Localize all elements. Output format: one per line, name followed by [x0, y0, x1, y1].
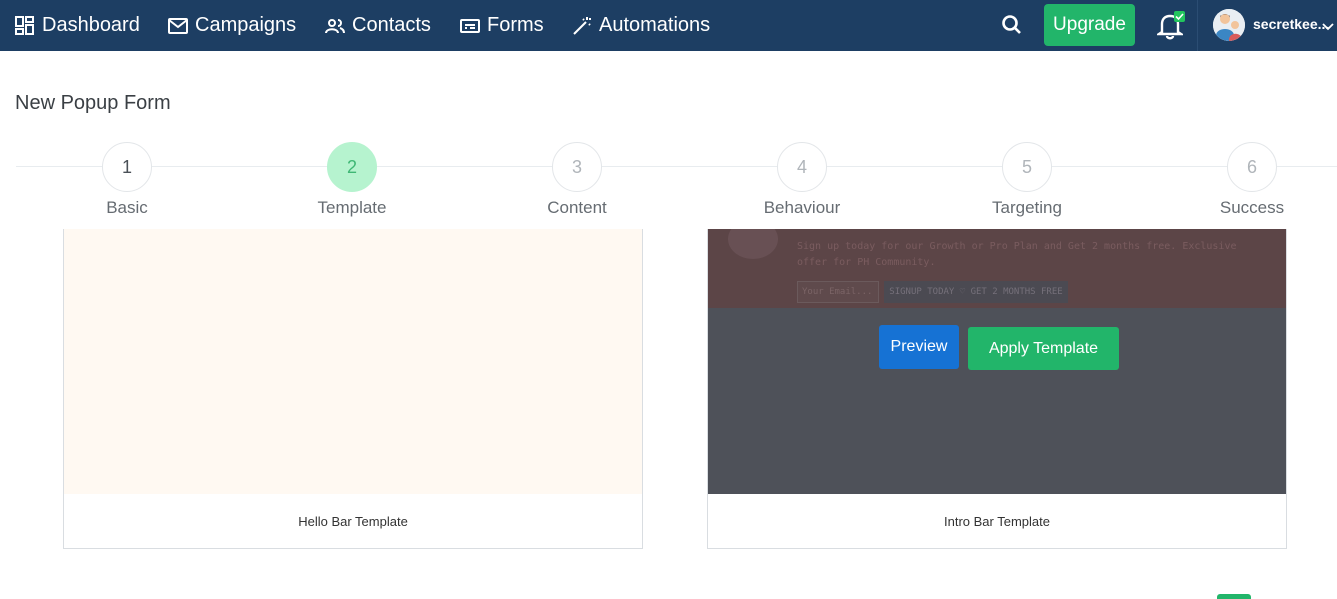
top-navbar: Dashboard Campaigns Contacts Forms Autom…: [0, 0, 1337, 51]
stepper-track: [16, 166, 1337, 167]
step-label: Targeting: [992, 198, 1062, 217]
dashboard-icon: [15, 15, 34, 35]
step-label: Content: [547, 198, 607, 217]
step-number: 5: [1002, 142, 1052, 192]
avatar[interactable]: [1213, 9, 1245, 41]
search-icon: [1002, 15, 1021, 34]
nav-forms[interactable]: Forms: [460, 0, 544, 51]
step-label: Success: [1219, 198, 1285, 217]
step-label: Basic: [106, 198, 148, 217]
step-behaviour[interactable]: 4 Behaviour: [732, 142, 872, 218]
step-targeting[interactable]: 5 Targeting: [957, 142, 1097, 218]
step-number: 6: [1227, 142, 1277, 192]
notifications-button[interactable]: [1143, 0, 1198, 51]
contacts-icon: [325, 18, 345, 33]
nav-campaigns[interactable]: Campaigns: [168, 0, 296, 51]
template-name: Intro Bar Template: [944, 514, 1050, 529]
mail-icon: [168, 17, 188, 34]
nav-dashboard[interactable]: Dashboard: [15, 0, 140, 51]
step-content[interactable]: 3 Content: [507, 142, 647, 218]
user-name[interactable]: secretkee...: [1253, 16, 1329, 32]
hello-bar-preview-area: [64, 229, 642, 494]
nav-forms-label: Forms: [487, 14, 544, 36]
step-template[interactable]: 2 Template: [282, 142, 422, 218]
step-success[interactable]: 6 Success: [1182, 142, 1322, 218]
brand-logo-icon: [728, 229, 778, 259]
upgrade-button[interactable]: Upgrade: [1044, 4, 1135, 46]
nav-dashboard-label: Dashboard: [42, 14, 140, 36]
intro-cta-button: SIGNUP TODAY ♡ GET 2 MONTHS FREE: [884, 281, 1068, 303]
nav-contacts[interactable]: Contacts: [325, 0, 431, 51]
user-avatar-icon: [1213, 9, 1245, 41]
page-title: New Popup Form: [15, 92, 171, 114]
floating-action-button[interactable]: [1217, 594, 1251, 599]
search-button[interactable]: [1000, 13, 1024, 37]
intro-bar-text: Sign up today for our Growth or Pro Plan…: [797, 241, 1237, 268]
nav-automations[interactable]: Automations: [572, 0, 710, 51]
step-number: 4: [777, 142, 827, 192]
step-number: 1: [102, 142, 152, 192]
apply-template-button[interactable]: Apply Template: [968, 327, 1119, 370]
magic-wand-icon: [573, 16, 591, 35]
template-card-hello-bar[interactable]: Hello Bar Template: [63, 229, 643, 549]
template-name: Hello Bar Template: [298, 514, 408, 529]
step-label: Template: [317, 198, 387, 217]
intro-bar-banner: Sign up today for our Growth or Pro Plan…: [708, 229, 1286, 308]
step-number: 3: [552, 142, 602, 192]
nav-campaigns-label: Campaigns: [195, 14, 297, 36]
chevron-down-icon: [1322, 23, 1334, 31]
template-card-intro-bar[interactable]: Sign up today for our Growth or Pro Plan…: [707, 229, 1287, 549]
step-label: Behaviour: [763, 198, 841, 217]
user-menu-toggle[interactable]: [1322, 18, 1334, 36]
forms-icon: [460, 18, 480, 33]
intro-email-input: Your Email...: [797, 281, 879, 303]
check-icon: [1175, 13, 1184, 21]
step-basic[interactable]: 1 Basic: [57, 142, 197, 218]
notification-badge: [1174, 11, 1185, 22]
preview-button[interactable]: Preview: [879, 325, 959, 369]
nav-automations-label: Automations: [599, 14, 711, 36]
nav-contacts-label: Contacts: [352, 14, 431, 36]
template-preview: [64, 229, 642, 494]
step-number: 2: [327, 142, 377, 192]
template-preview: Sign up today for our Growth or Pro Plan…: [708, 229, 1286, 494]
